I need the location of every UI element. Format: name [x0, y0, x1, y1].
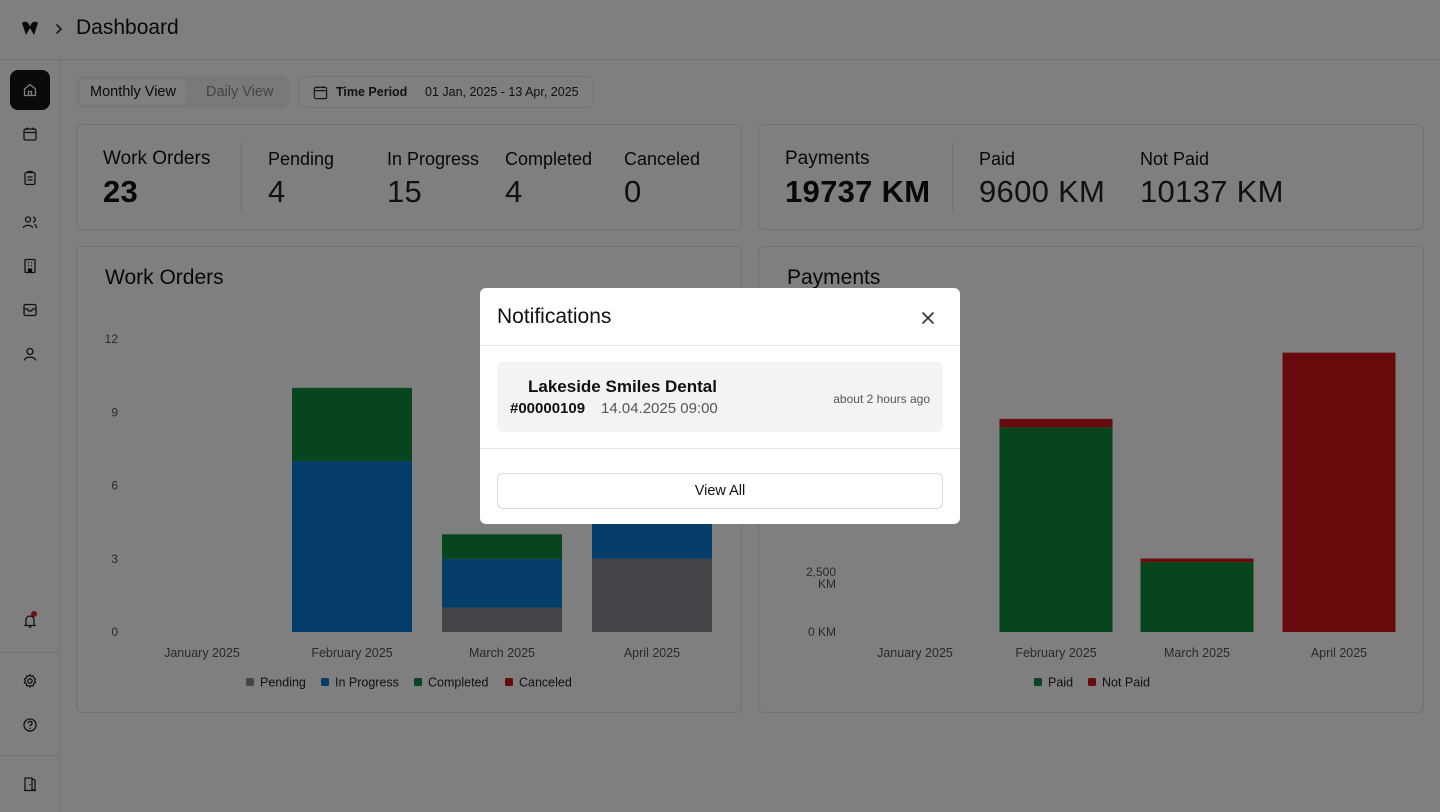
- view-all-button[interactable]: View All: [497, 473, 943, 509]
- close-icon[interactable]: [920, 310, 936, 326]
- notifications-modal: Notifications Lakeside Smiles Dental #00…: [480, 288, 960, 524]
- notification-datetime: 14.04.2025 09:00: [601, 400, 718, 417]
- notification-name: Lakeside Smiles Dental: [528, 377, 717, 396]
- notification-order-id: #00000109: [510, 400, 586, 417]
- modal-divider: [480, 448, 960, 449]
- modal-title: Notifications: [497, 305, 612, 328]
- notification-time-ago: about 2 hours ago: [833, 392, 930, 406]
- notification-item[interactable]: Lakeside Smiles Dental #00000109 14.04.2…: [497, 362, 943, 432]
- modal-divider: [480, 345, 960, 346]
